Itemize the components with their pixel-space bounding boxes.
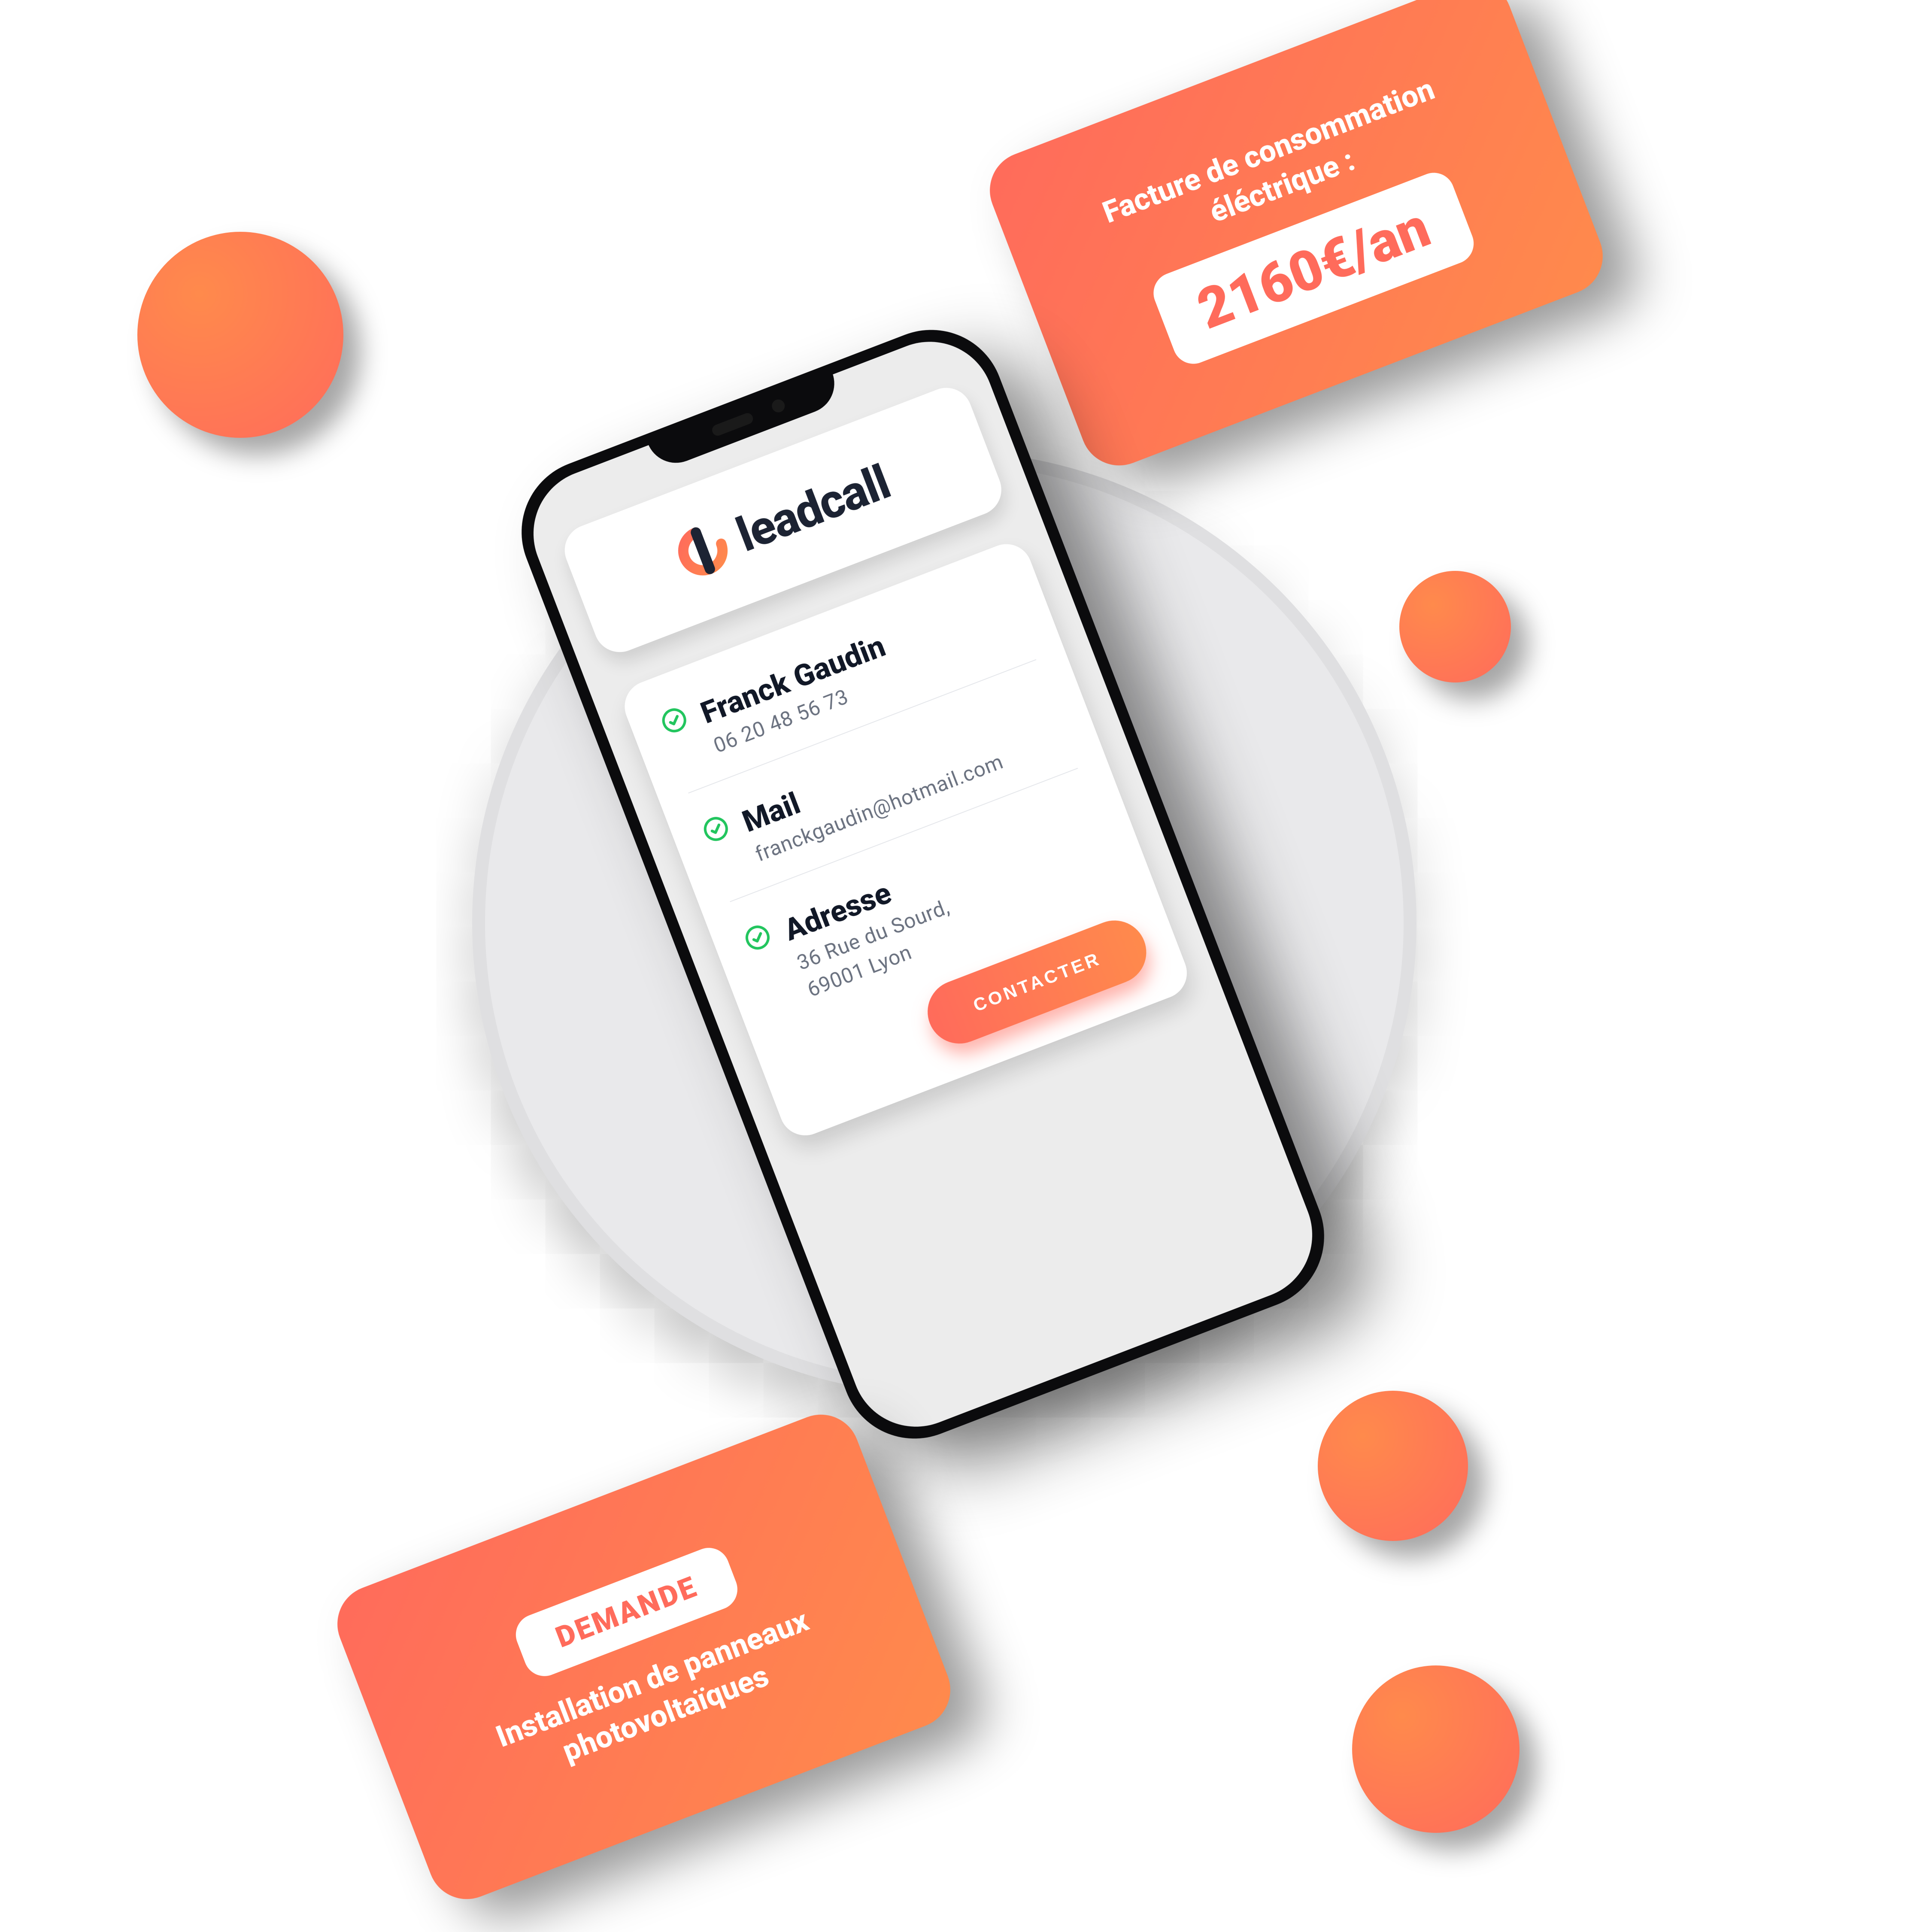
bill-card: Facture de consommation éléctrique : 216… (979, 0, 1614, 477)
check-icon (658, 704, 691, 737)
accent-circle (137, 232, 343, 438)
check-icon (741, 921, 774, 954)
request-card: DEMANDE Installation de panneaux photovo… (326, 1403, 961, 1910)
accent-circle (1318, 1391, 1468, 1541)
accent-circle (1399, 571, 1511, 682)
accent-circle (1352, 1665, 1520, 1833)
logo-text: leadcall (729, 454, 897, 563)
logo-icon (670, 517, 736, 584)
check-icon (699, 812, 733, 846)
